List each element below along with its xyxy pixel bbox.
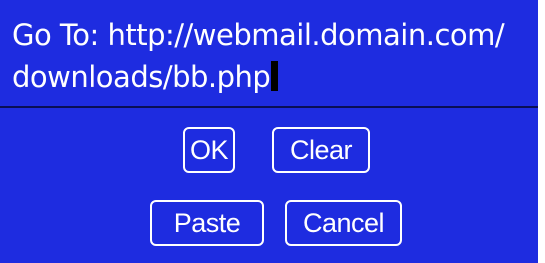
cancel-button[interactable]: Cancel — [285, 200, 402, 246]
goto-label: Go To: — [12, 18, 99, 52]
url-line-2: downloads/bb.php — [12, 60, 271, 94]
goto-line-1: Go To: http://webmail.domain.com/ — [12, 14, 532, 56]
ok-button[interactable]: OK — [183, 127, 235, 173]
goto-line-2: downloads/bb.php — [12, 56, 532, 98]
clear-button[interactable]: Clear — [272, 127, 370, 173]
text-cursor — [271, 61, 279, 91]
goto-dialog: Go To: http://webmail.domain.com/ downlo… — [0, 0, 538, 263]
separator — [0, 106, 538, 108]
paste-button[interactable]: Paste — [150, 200, 264, 246]
screen: Go To: http://webmail.domain.com/ downlo… — [0, 0, 545, 263]
url-line-1: http://webmail.domain.com/ — [107, 18, 505, 52]
goto-url-field[interactable]: Go To: http://webmail.domain.com/ downlo… — [12, 14, 532, 98]
